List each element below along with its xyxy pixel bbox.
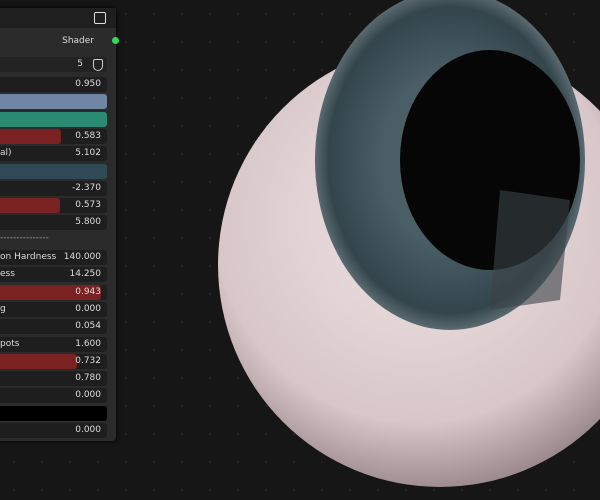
field-value: 0.000: [75, 303, 101, 314]
value-field[interactable]: 0.950: [0, 77, 107, 92]
color-field[interactable]: [0, 163, 107, 179]
shader-output-label: Shader: [62, 36, 94, 46]
fake-user-shield-icon[interactable]: [93, 59, 103, 71]
slider-fill: [0, 128, 61, 144]
separator: ---------------: [0, 232, 49, 243]
field-value: 0.583: [75, 130, 101, 141]
value-field[interactable]: 0.000: [0, 388, 107, 404]
value-field[interactable]: pots 1.600: [0, 336, 107, 352]
field-value: 140.000: [63, 252, 101, 262]
field-value: 5.800: [75, 217, 101, 228]
value-field[interactable]: on Hardness 140.000: [0, 250, 107, 265]
field-value: 14.250: [69, 269, 102, 280]
slider-fill: [0, 353, 78, 369]
field-value: 0.054: [75, 321, 101, 332]
value-field[interactable]: ess 14.250: [0, 267, 107, 283]
field-value: 0.943: [75, 286, 101, 297]
factor-slider[interactable]: 0.573: [0, 198, 107, 214]
field-value: 0.000: [75, 425, 101, 435]
value-field[interactable]: 0.780: [0, 371, 107, 387]
field-label: al): [0, 148, 12, 159]
node-header[interactable]: [0, 8, 116, 28]
field-value: -2.370: [71, 182, 101, 193]
field-label: g: [0, 303, 6, 314]
field-value: 0.780: [75, 373, 101, 384]
field-label: on Hardness: [0, 252, 57, 262]
shader-node[interactable]: Shader 5 0.950 0.583 al) 5.102 -2.370 0.573 5.…: [0, 8, 119, 441]
field-label: pots: [0, 338, 20, 349]
value-field[interactable]: 5.800: [0, 215, 107, 231]
material-users-field[interactable]: 5: [0, 57, 107, 72]
value-field[interactable]: g 0.000: [0, 301, 107, 317]
value-field[interactable]: al) 5.102: [0, 146, 107, 162]
value-field[interactable]: 0.054: [0, 319, 107, 335]
window-reflection: [490, 190, 570, 310]
factor-slider[interactable]: 0.732: [0, 353, 107, 369]
field-label: ess: [0, 269, 15, 280]
field-value: 0.573: [75, 200, 101, 211]
value-field[interactable]: -2.370: [0, 180, 107, 196]
field-value: 5.102: [75, 148, 101, 159]
color-field[interactable]: [0, 111, 107, 127]
factor-slider[interactable]: 0.943: [0, 284, 107, 300]
value-field[interactable]: 0.000: [0, 423, 107, 438]
field-value: 0.950: [75, 79, 101, 89]
field-value: 0.000: [75, 390, 101, 401]
factor-slider[interactable]: 0.583: [0, 128, 107, 144]
shader-output-socket[interactable]: [112, 37, 119, 44]
color-field[interactable]: [0, 94, 107, 110]
field-value: 1.600: [75, 338, 101, 349]
node-icon[interactable]: [94, 12, 106, 24]
field-value: 0.732: [75, 355, 101, 366]
color-field[interactable]: [0, 405, 107, 421]
slider-fill: [0, 198, 60, 214]
